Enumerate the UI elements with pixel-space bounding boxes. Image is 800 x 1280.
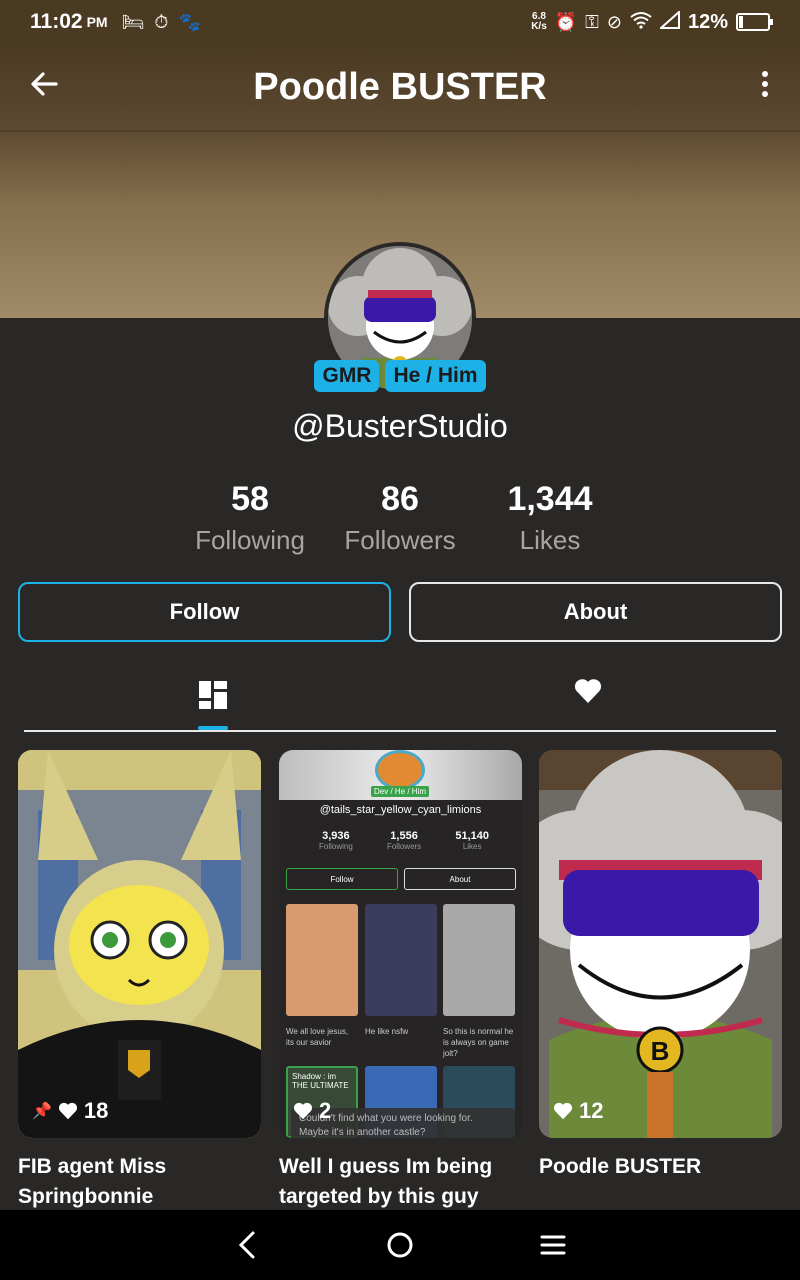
bed-icon: 🛏 (121, 11, 145, 32)
stat-label: Likes (519, 525, 581, 555)
post-title-line: Poodle BUSTER (539, 1155, 702, 1178)
post-title-line: Well I guess Im being (279, 1155, 493, 1178)
embedded-caption: So this is normal he is always on game j… (443, 1027, 514, 1058)
post-title[interactable]: Well I guess Im being targeted by this g… (279, 1152, 522, 1212)
battery-icon (736, 13, 773, 31)
nav-recents-button[interactable] (533, 1225, 573, 1265)
like-count: 12 (579, 1098, 604, 1123)
embedded-stat-value: 51,140 (455, 830, 489, 842)
status-notification-icons: 🛏 ⏱ 🐾 (122, 12, 201, 33)
post-likes: 📌 18 (32, 1098, 108, 1124)
heart-icon (58, 1102, 77, 1120)
post-title-line: targeted by this guy (279, 1185, 479, 1208)
embedded-stat-label: Following (319, 842, 353, 851)
embedded-thumb (365, 904, 437, 1016)
do-not-disturb-icon: ⊘ (606, 11, 622, 32)
stat-value: 1,344 (507, 480, 593, 518)
embedded-stat-value: 3,936 (322, 830, 350, 842)
embedded-stat-label: Followers (386, 842, 422, 851)
stat-followers[interactable]: 86 Followers (325, 480, 475, 556)
about-button[interactable]: About (409, 582, 782, 642)
heart-icon (574, 679, 602, 703)
stat-likes[interactable]: 1,344 Likes (475, 480, 625, 556)
embedded-caption: He like nsfw (365, 1027, 409, 1036)
back-button[interactable] (24, 64, 64, 104)
alarm-icon: ⏰ (554, 11, 578, 32)
more-vertical-icon (762, 71, 768, 77)
profile-tabs (24, 666, 776, 732)
stat-value: 86 (381, 480, 419, 518)
stat-label: Following (195, 525, 305, 555)
post-card[interactable]: B 12 (539, 750, 782, 1138)
status-time: 11:02 (30, 10, 83, 33)
arrow-left-icon (31, 72, 58, 96)
post-thumbnail: B (539, 750, 782, 1138)
tag-pill: GMR (314, 360, 380, 392)
nav-menu-icon (540, 1235, 566, 1255)
status-right-icons: 6.8 K/s ⏰ ⚿ ⊘ 12% (531, 9, 773, 34)
embedded-pill: Dev / He / Him (371, 786, 430, 797)
heart-icon (293, 1102, 313, 1120)
grid-icon (199, 681, 227, 709)
follow-button[interactable]: Follow (18, 582, 391, 642)
post-card[interactable]: Dev / He / Him @tails_star_yellow_cyan_l… (279, 750, 522, 1138)
status-bar: 11:02 PM 🛏 ⏱ 🐾 6.8 K/s ⏰ ⚿ ⊘ 12% (0, 0, 800, 44)
tab-likes[interactable] (574, 678, 602, 712)
status-ampm: PM (86, 14, 108, 30)
timer-icon: ⏱ (154, 11, 169, 32)
embedded-thumb (286, 904, 358, 1016)
key-icon: ⚿ (585, 11, 599, 32)
embedded-stats: 3,936 Following 1,556 Followers 51,140 Like… (319, 830, 489, 851)
post-thumbnail (18, 750, 261, 1138)
network-speed-unit: K/s (531, 21, 547, 32)
paw-icon: 🐾 (178, 11, 201, 32)
like-count: 2 (319, 1098, 332, 1123)
signal-icon (658, 9, 680, 34)
stat-value: 58 (231, 480, 269, 518)
embedded-caption: We all love jesus, its our savior (286, 1027, 349, 1047)
svg-text:B: B (651, 1036, 670, 1066)
page-title: Poodle BUSTER (253, 65, 547, 108)
post-likes: 2 (293, 1098, 331, 1124)
network-speed: 6.8 K/s (531, 12, 547, 32)
nav-back-icon (238, 1231, 255, 1259)
nav-back-button[interactable] (227, 1225, 267, 1265)
embedded-toast-line: Maybe it's in another castle? (299, 1127, 426, 1138)
embedded-stat-value: 1,556 (390, 830, 418, 842)
post-title[interactable]: Poodle BUSTER (539, 1152, 782, 1182)
post-likes: 12 (553, 1098, 603, 1124)
post-card[interactable]: 📌 18 (18, 750, 261, 1138)
embedded-username: @tails_star_yellow_cyan_limions (319, 804, 482, 816)
nav-home-icon (387, 1232, 413, 1258)
system-nav-bar (0, 1210, 800, 1280)
pronoun-pill: He / Him (385, 360, 486, 392)
post-title-line: FIB agent Miss (18, 1155, 167, 1178)
post-title[interactable]: FIB agent Miss Springbonnie (18, 1152, 261, 1212)
like-count: 18 (83, 1098, 109, 1123)
tab-posts[interactable] (198, 680, 228, 710)
embedded-follow-button: Follow (286, 868, 398, 890)
embedded-about-button: About (404, 868, 516, 890)
nav-home-button[interactable] (380, 1225, 420, 1265)
battery-percent: 12% (687, 10, 728, 33)
active-tab-indicator (198, 726, 228, 730)
profile-tags: GMR He / Him (0, 360, 800, 392)
wifi-icon (630, 11, 652, 34)
post-title-line: Springbonnie (18, 1185, 154, 1208)
pin-icon: 📌 (32, 1103, 52, 1120)
username: @BusterStudio (292, 408, 508, 444)
embedded-avatar (375, 750, 425, 790)
app-bar: Poodle BUSTER (0, 44, 800, 130)
stat-following[interactable]: 58 Following (175, 480, 325, 556)
stat-label: Followers (344, 525, 456, 555)
embedded-thumb (443, 904, 515, 1016)
embedded-stat-label: Likes (462, 842, 482, 851)
profile-stats: 58 Following 86 Followers 1,344 Likes (175, 480, 625, 556)
more-options-button[interactable] (750, 64, 780, 104)
heart-icon (553, 1102, 573, 1120)
